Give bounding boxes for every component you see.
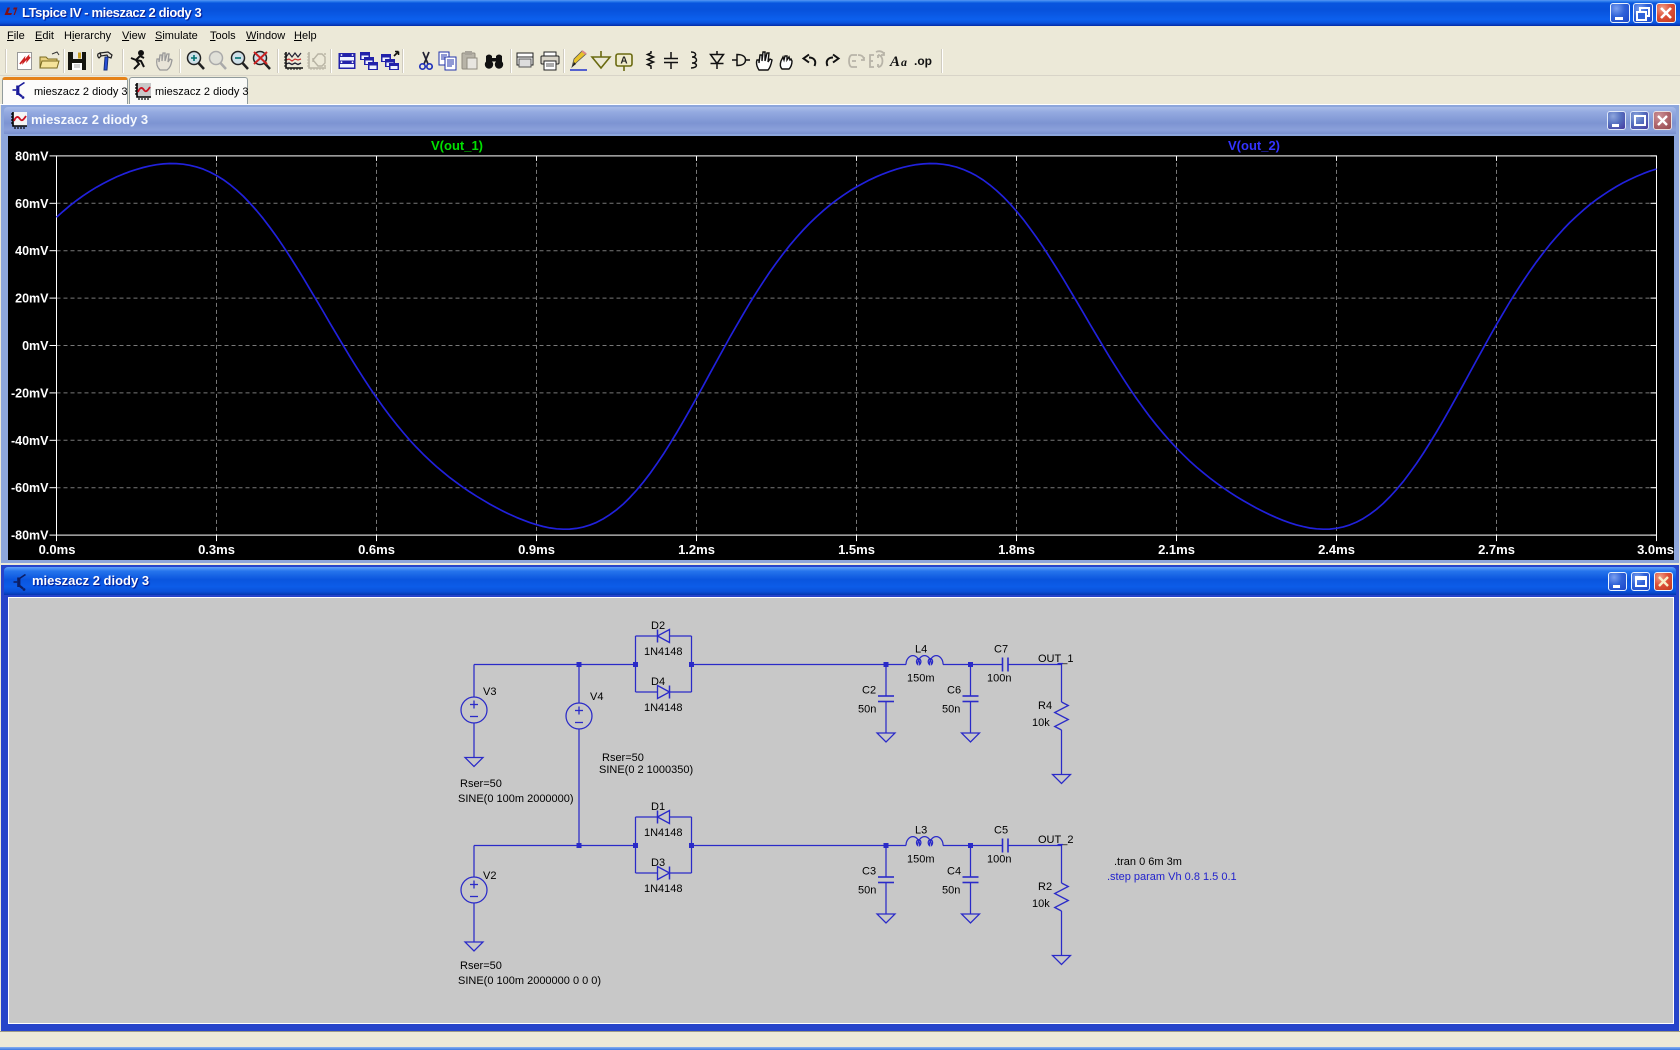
svg-text:0.0ms: 0.0ms xyxy=(39,542,76,557)
svg-text:50n: 50n xyxy=(858,704,876,716)
svg-text:R2: R2 xyxy=(1038,881,1052,893)
svg-text:L3: L3 xyxy=(915,825,927,837)
svg-text:10k: 10k xyxy=(1032,717,1050,729)
svg-text:V(out_1): V(out_1) xyxy=(431,138,483,153)
svg-text:Rser=50: Rser=50 xyxy=(460,960,502,972)
svg-text:3.0ms: 3.0ms xyxy=(1637,542,1674,557)
svg-text:A: A xyxy=(620,56,627,67)
svg-text:10k: 10k xyxy=(1032,898,1050,910)
svg-text:-80mV: -80mV xyxy=(11,529,49,543)
svg-text:C7: C7 xyxy=(994,644,1008,656)
svg-text:0.3ms: 0.3ms xyxy=(198,542,235,557)
svg-text:L4: L4 xyxy=(915,644,927,656)
svg-text:50n: 50n xyxy=(942,885,960,897)
svg-text:40mV: 40mV xyxy=(15,244,49,258)
svg-text:80mV: 80mV xyxy=(15,149,49,163)
svg-text:OUT_2: OUT_2 xyxy=(1038,834,1073,846)
svg-text:2.1ms: 2.1ms xyxy=(1158,542,1195,557)
svg-text:1.2ms: 1.2ms xyxy=(678,542,715,557)
svg-text:150m: 150m xyxy=(907,673,935,685)
svg-text:C4: C4 xyxy=(947,866,961,878)
svg-text:SINE(0 2 1000350): SINE(0 2 1000350) xyxy=(599,764,693,776)
svg-text:2.4ms: 2.4ms xyxy=(1318,542,1355,557)
svg-text:D1: D1 xyxy=(651,801,665,813)
svg-text:D4: D4 xyxy=(651,676,665,688)
svg-text:60mV: 60mV xyxy=(15,197,49,211)
svg-text:SINE(0 100m 2000000): SINE(0 100m 2000000) xyxy=(458,793,574,805)
svg-text:20mV: 20mV xyxy=(15,292,49,306)
svg-text:100n: 100n xyxy=(987,673,1011,685)
svg-text:OUT_1: OUT_1 xyxy=(1038,653,1073,665)
svg-text:2.7ms: 2.7ms xyxy=(1478,542,1515,557)
svg-text:-40mV: -40mV xyxy=(11,434,49,448)
svg-text:1N4148: 1N4148 xyxy=(644,883,683,895)
svg-text:a: a xyxy=(901,55,907,69)
svg-text:1N4148: 1N4148 xyxy=(644,646,683,658)
svg-text:C5: C5 xyxy=(994,825,1008,837)
svg-text:V(out_2): V(out_2) xyxy=(1228,138,1280,153)
svg-text:V3: V3 xyxy=(483,686,496,698)
svg-text:0mV: 0mV xyxy=(22,339,49,353)
svg-text:-20mV: -20mV xyxy=(11,386,49,400)
svg-text:150m: 150m xyxy=(907,854,935,866)
svg-text:C3: C3 xyxy=(862,866,876,878)
svg-text:Rser=50: Rser=50 xyxy=(460,778,502,790)
svg-text:0.6ms: 0.6ms xyxy=(358,542,395,557)
svg-text:100n: 100n xyxy=(987,854,1011,866)
svg-text:C6: C6 xyxy=(947,685,961,697)
svg-text:0.9ms: 0.9ms xyxy=(518,542,555,557)
svg-text:1N4148: 1N4148 xyxy=(644,702,683,714)
svg-text:R4: R4 xyxy=(1038,700,1052,712)
svg-text:D2: D2 xyxy=(651,620,665,632)
svg-text:D3: D3 xyxy=(651,857,665,869)
svg-text:A: A xyxy=(889,54,900,70)
svg-text:Rser=50: Rser=50 xyxy=(602,752,644,764)
svg-text:.tran 0 6m 3m: .tran 0 6m 3m xyxy=(1114,856,1182,868)
svg-text:1N4148: 1N4148 xyxy=(644,827,683,839)
svg-text:-60mV: -60mV xyxy=(11,481,49,495)
svg-text:.step param Vh 0.8 1.5 0.1: .step param Vh 0.8 1.5 0.1 xyxy=(1107,871,1237,883)
svg-text:1.5ms: 1.5ms xyxy=(838,542,875,557)
svg-text:C2: C2 xyxy=(862,685,876,697)
svg-text:V2: V2 xyxy=(483,870,496,882)
svg-text:50n: 50n xyxy=(858,885,876,897)
svg-text:1.8ms: 1.8ms xyxy=(998,542,1035,557)
svg-text:.op: .op xyxy=(914,54,932,68)
svg-text:SINE(0 100m 2000000 0 0 0): SINE(0 100m 2000000 0 0 0) xyxy=(458,975,601,987)
svg-text:50n: 50n xyxy=(942,704,960,716)
svg-text:V4: V4 xyxy=(590,691,603,703)
